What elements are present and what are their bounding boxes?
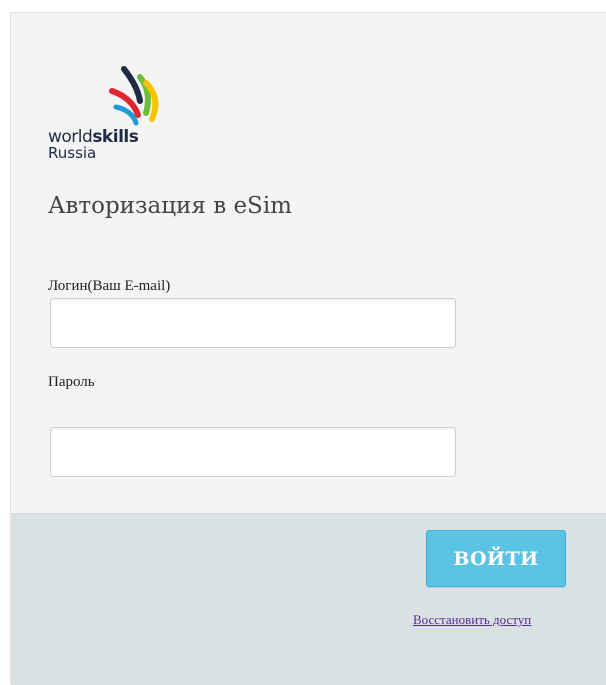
logo-word-skills: skills bbox=[92, 127, 139, 147]
worldskills-russia-logo: worldskills Russia bbox=[48, 65, 168, 170]
login-label: Логин(Ваш E-mail) bbox=[48, 278, 171, 294]
password-input[interactable] bbox=[50, 427, 456, 477]
restore-access-link[interactable]: Восстановить доступ bbox=[413, 612, 531, 628]
password-label: Пароль bbox=[48, 374, 95, 390]
login-button[interactable]: ВОЙТИ bbox=[426, 530, 566, 587]
login-input[interactable] bbox=[50, 298, 456, 348]
login-form-area: worldskills Russia Авторизация в eSim Ло… bbox=[11, 13, 606, 513]
page-title: Авторизация в eSim bbox=[48, 193, 292, 219]
worldskills-logo-icon bbox=[109, 66, 159, 126]
logo-word-russia: Russia bbox=[48, 144, 97, 162]
logo-text: worldskills Russia bbox=[48, 127, 139, 162]
